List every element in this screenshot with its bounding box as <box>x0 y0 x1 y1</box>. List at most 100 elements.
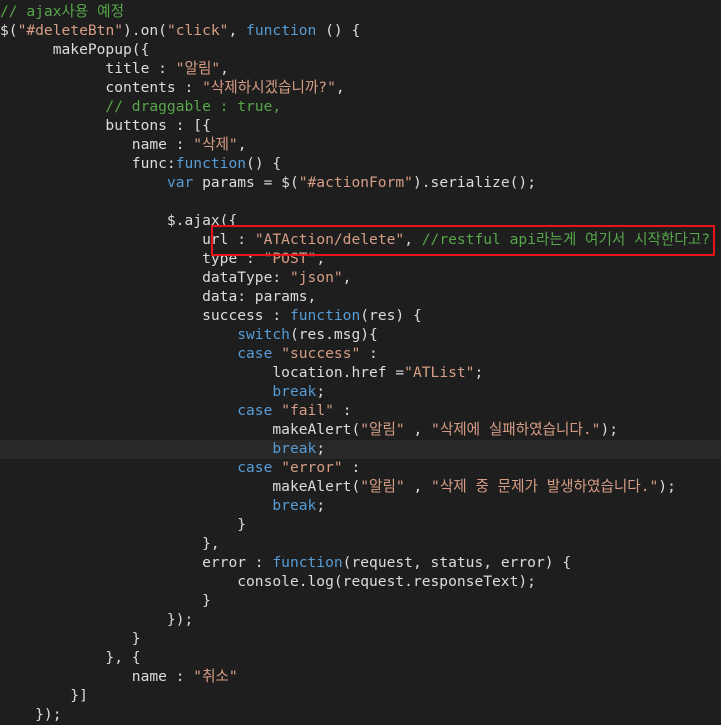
code-line[interactable]: buttons : [{ <box>0 116 211 135</box>
code-line[interactable]: case "error" : <box>0 458 360 477</box>
code-line[interactable]: func:function() { <box>0 154 281 173</box>
code-token: () { <box>246 155 282 172</box>
code-token: ).on( <box>123 22 167 39</box>
code-line[interactable]: }] <box>0 686 88 705</box>
code-line[interactable]: break; <box>0 496 325 515</box>
code-token: "#deleteBtn" <box>17 22 124 39</box>
code-token: }] <box>0 687 88 704</box>
code-token: }, { <box>0 649 141 666</box>
code-token: } <box>0 592 211 609</box>
code-token: "알림" <box>360 421 405 438</box>
code-token: "json" <box>289 269 343 286</box>
code-token: "ATList" <box>404 364 475 381</box>
code-token: "error" <box>281 459 343 476</box>
code-token: case <box>237 345 273 362</box>
code-line[interactable]: dataType: "json", <box>0 268 351 287</box>
code-token: contents : <box>0 79 203 96</box>
code-token: dataType: <box>0 269 290 286</box>
code-line[interactable]: makePopup({ <box>0 40 150 59</box>
code-token: ; <box>316 440 326 457</box>
code-token: console.log(request.responseText); <box>0 573 536 590</box>
code-token: : <box>342 459 361 476</box>
code-token: case <box>237 459 273 476</box>
code-token: "#actionForm" <box>298 174 413 191</box>
code-token: ; <box>316 383 326 400</box>
code-token: "삭제하시겠습니까?" <box>202 79 336 96</box>
code-line[interactable]: case "success" : <box>0 344 378 363</box>
code-token: } <box>0 516 247 533</box>
code-line[interactable]: break; <box>0 382 325 401</box>
code-token: , <box>220 60 229 77</box>
code-line[interactable]: } <box>0 629 141 648</box>
code-token: function <box>175 155 247 172</box>
code-token: break <box>272 497 317 514</box>
code-line[interactable]: // ajax사용 예정 <box>0 2 124 21</box>
code-line[interactable]: }); <box>0 705 62 724</box>
code-line[interactable]: } <box>0 591 211 610</box>
code-token: function <box>289 307 361 324</box>
code-token: (request, status, error) { <box>342 554 572 571</box>
code-line[interactable]: $("#deleteBtn").on("click", function () … <box>0 21 360 40</box>
code-editor[interactable]: // ajax사용 예정 $("#deleteBtn").on("click", … <box>0 0 721 725</box>
code-token: makePopup({ <box>0 41 150 58</box>
code-token: data: params, <box>0 288 317 305</box>
code-token: case <box>237 402 273 419</box>
code-line[interactable]: name : "취소" <box>0 667 238 686</box>
code-token: // draggable : true, <box>0 98 282 115</box>
code-token: params = $( <box>193 174 299 191</box>
code-line[interactable]: title : "알림", <box>0 59 229 78</box>
code-line[interactable]: location.href ="ATList"; <box>0 363 483 382</box>
code-token: location.href = <box>0 364 405 381</box>
code-token: ).serialize(); <box>412 174 536 191</box>
code-token: , <box>335 79 345 96</box>
code-line[interactable]: // draggable : true, <box>0 97 281 116</box>
code-line[interactable]: }); <box>0 610 193 629</box>
code-token: var <box>166 174 194 191</box>
code-line[interactable]: data: params, <box>0 287 316 306</box>
code-token: $.ajax({ <box>0 212 238 229</box>
code-token: switch <box>237 326 290 343</box>
code-token: error : <box>0 554 273 571</box>
code-token: ; <box>474 364 484 381</box>
code-token: "삭제에 실패하였습니다." <box>431 421 601 438</box>
code-line[interactable]: var params = $("#actionForm").serialize(… <box>0 173 536 192</box>
code-token: "알림" <box>175 60 221 77</box>
code-line[interactable]: makeAlert("알림" , "삭제에 실패하였습니다."); <box>0 420 618 439</box>
code-token: () { <box>316 22 361 39</box>
code-token: makeAlert( <box>0 478 361 495</box>
code-token: makeAlert( <box>0 421 361 438</box>
code-line[interactable]: break; <box>0 439 325 458</box>
code-token: "click" <box>166 22 229 39</box>
code-token: }); <box>0 706 62 723</box>
code-line[interactable]: }, { <box>0 648 141 667</box>
code-token: buttons : [{ <box>0 117 211 134</box>
code-token: break <box>272 383 317 400</box>
code-token: } <box>0 630 141 647</box>
code-token: , <box>342 269 352 286</box>
code-line[interactable]: error : function(request, status, error)… <box>0 553 571 572</box>
code-token: (res) { <box>360 307 422 324</box>
code-token: // ajax사용 예정 <box>0 3 124 20</box>
code-token: function <box>272 554 343 571</box>
code-token: }); <box>0 611 194 628</box>
code-line[interactable]: }, <box>0 534 220 553</box>
code-token: }, <box>0 535 220 552</box>
code-line[interactable]: console.log(request.responseText); <box>0 572 536 591</box>
code-line[interactable]: } <box>0 515 246 534</box>
code-line[interactable]: $.ajax({ <box>0 211 237 230</box>
code-token: , <box>237 136 247 153</box>
code-line[interactable]: switch(res.msg){ <box>0 325 378 344</box>
code-token: func: <box>0 155 176 172</box>
code-token: , <box>228 22 247 39</box>
code-line[interactable]: makeAlert("알림" , "삭제 중 문제가 발생하였습니다."); <box>0 477 676 496</box>
code-line[interactable]: contents : "삭제하시겠습니까?", <box>0 78 345 97</box>
code-line[interactable]: case "fail" : <box>0 401 351 420</box>
code-line[interactable]: success : function(res) { <box>0 306 422 325</box>
code-line[interactable]: name : "삭제", <box>0 135 247 154</box>
